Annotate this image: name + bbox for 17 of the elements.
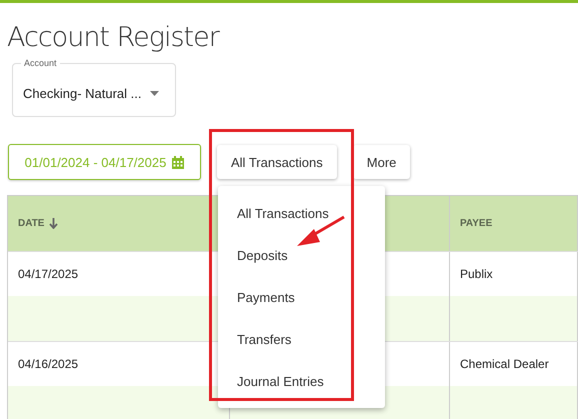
table-cell: 04/17/2025 bbox=[18, 267, 78, 281]
menu-item[interactable]: All Transactions bbox=[218, 192, 385, 234]
table-cell: Chemical Dealer bbox=[460, 357, 549, 371]
column-header[interactable]: PAYEE bbox=[460, 218, 492, 229]
caret-icon[interactable] bbox=[150, 90, 158, 96]
column-header[interactable]: DATE bbox=[18, 218, 58, 229]
menu-item[interactable]: Payments bbox=[218, 276, 385, 318]
calendar-icon[interactable] bbox=[172, 156, 184, 168]
menu-item[interactable]: Journal Entries bbox=[218, 360, 385, 402]
menu-item[interactable]: Deposits bbox=[218, 234, 385, 276]
sort-arrow-icon[interactable] bbox=[49, 218, 58, 229]
table-cell: Publix bbox=[460, 267, 493, 281]
page-title: Account Register bbox=[7, 21, 220, 55]
menu-item[interactable]: Transfers bbox=[218, 318, 385, 360]
filter-dropdown-button[interactable]: All Transactions bbox=[217, 145, 337, 179]
table-cell: 04/16/2025 bbox=[18, 357, 78, 371]
more-button[interactable]: More bbox=[352, 145, 410, 179]
